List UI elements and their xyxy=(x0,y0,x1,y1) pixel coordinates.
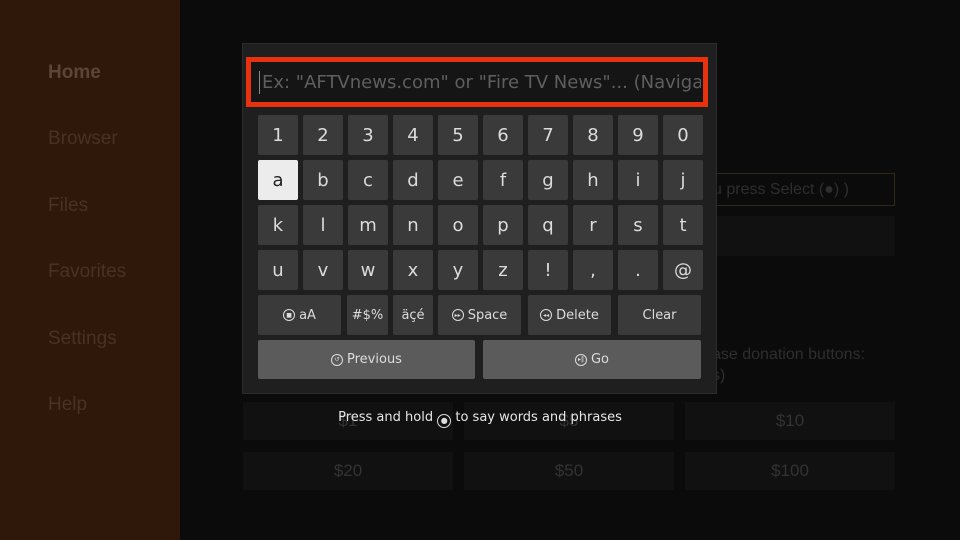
key-2[interactable]: 2 xyxy=(303,115,343,155)
symbols-key[interactable]: #$% xyxy=(347,295,388,335)
sidebar: Home Browser Files Favorites Settings He… xyxy=(0,0,180,540)
delete-key[interactable]: ◂◂ Delete xyxy=(528,295,611,335)
key-b[interactable]: b xyxy=(303,160,343,200)
key-l[interactable]: l xyxy=(303,205,343,245)
rewind-icon: ◂◂ xyxy=(540,309,553,321)
key-u[interactable]: u xyxy=(258,250,298,290)
key-5[interactable]: 5 xyxy=(438,115,478,155)
key-o[interactable]: o xyxy=(438,205,478,245)
key-,[interactable]: , xyxy=(573,250,613,290)
go-button[interactable]: ▸‖ Go xyxy=(483,340,701,379)
case-label: aA xyxy=(299,307,316,323)
back-icon: ↺ xyxy=(331,353,344,366)
key-a[interactable]: a xyxy=(258,160,298,200)
key-r[interactable]: r xyxy=(573,205,613,245)
key-f[interactable]: f xyxy=(483,160,523,200)
key-w[interactable]: w xyxy=(348,250,388,290)
key-d[interactable]: d xyxy=(393,160,433,200)
key-6[interactable]: 6 xyxy=(483,115,523,155)
key-t[interactable]: t xyxy=(663,205,703,245)
case-toggle-key[interactable]: ■ aA xyxy=(258,295,341,335)
key-q[interactable]: q xyxy=(528,205,568,245)
key-c[interactable]: c xyxy=(348,160,388,200)
key-e[interactable]: e xyxy=(438,160,478,200)
key-@[interactable]: @ xyxy=(663,250,703,290)
menu-button-icon: ■ xyxy=(283,309,296,321)
key-3[interactable]: 3 xyxy=(348,115,388,155)
url-input-background: u press Select (●) ) xyxy=(700,173,895,206)
key-z[interactable]: z xyxy=(483,250,523,290)
sidebar-item-files[interactable]: Files xyxy=(48,195,88,217)
space-key[interactable]: ▸▸ Space xyxy=(438,295,521,335)
key-i[interactable]: i xyxy=(618,160,658,200)
sidebar-item-home[interactable]: Home xyxy=(48,62,101,84)
key-n[interactable]: n xyxy=(393,205,433,245)
key-j[interactable]: j xyxy=(663,160,703,200)
key-k[interactable]: k xyxy=(258,205,298,245)
accents-key[interactable]: äçé xyxy=(393,295,433,335)
key-.[interactable]: . xyxy=(618,250,658,290)
key-p[interactable]: p xyxy=(483,205,523,245)
previous-label: Previous xyxy=(347,352,402,367)
key-8[interactable]: 8 xyxy=(573,115,613,155)
text-field[interactable] xyxy=(246,57,708,107)
key-y[interactable]: y xyxy=(438,250,478,290)
key-4[interactable]: 4 xyxy=(393,115,433,155)
key-g[interactable]: g xyxy=(528,160,568,200)
go-label: Go xyxy=(590,352,610,367)
sidebar-item-favorites[interactable]: Favorites xyxy=(48,261,126,283)
sidebar-item-browser[interactable]: Browser xyxy=(48,128,118,150)
delete-label: Delete xyxy=(556,307,599,323)
url-hint: u press Select (●) ) xyxy=(713,181,849,198)
space-label: Space xyxy=(467,307,508,323)
donation-50-button[interactable]: $50 xyxy=(464,452,674,490)
donation-100-button[interactable]: $100 xyxy=(685,452,895,490)
key-1[interactable]: 1 xyxy=(258,115,298,155)
previous-button[interactable]: ↺ Previous xyxy=(258,340,475,379)
key-x[interactable]: x xyxy=(393,250,433,290)
donation-20-button[interactable]: $20 xyxy=(243,452,453,490)
search-input[interactable] xyxy=(259,70,703,94)
go-button-background xyxy=(700,216,895,256)
key-h[interactable]: h xyxy=(573,160,613,200)
voice-hint: Press and hold ● to say words and phrase… xyxy=(0,410,960,428)
key-![interactable]: ! xyxy=(528,250,568,290)
fast-forward-icon: ▸▸ xyxy=(451,309,464,321)
voice-hint-before: Press and hold xyxy=(338,410,434,425)
microphone-icon: ● xyxy=(437,413,452,428)
clear-key[interactable]: Clear xyxy=(618,295,701,335)
key-m[interactable]: m xyxy=(348,205,388,245)
key-v[interactable]: v xyxy=(303,250,343,290)
key-0[interactable]: 0 xyxy=(663,115,703,155)
voice-hint-after: to say words and phrases xyxy=(455,410,622,425)
key-s[interactable]: s xyxy=(618,205,658,245)
play-pause-icon: ▸‖ xyxy=(574,353,587,366)
sidebar-item-settings[interactable]: Settings xyxy=(48,328,117,350)
key-7[interactable]: 7 xyxy=(528,115,568,155)
donation-text: ase donation buttons: xyxy=(712,346,866,363)
key-9[interactable]: 9 xyxy=(618,115,658,155)
